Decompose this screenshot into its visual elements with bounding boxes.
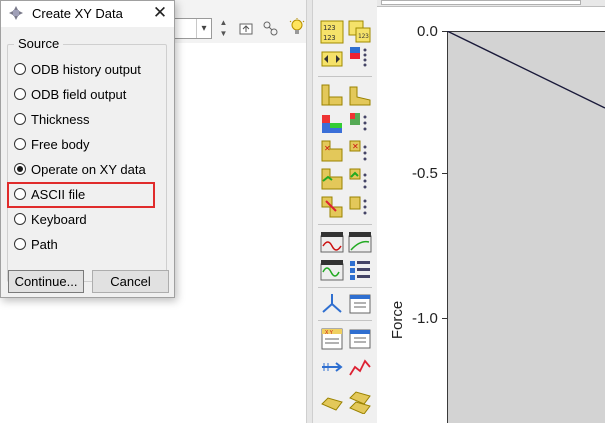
lightbulb-icon[interactable] (288, 18, 306, 36)
toolbox-divider (318, 76, 372, 77)
toolbox-divider (318, 287, 372, 288)
display-group-icon[interactable] (320, 355, 344, 379)
query-icon[interactable] (262, 20, 280, 38)
ytick-label: -0.5 (412, 165, 438, 182)
source-group-title: Source (14, 36, 64, 51)
radio-label: ODB field output (31, 86, 127, 102)
selection-highlight-box (7, 182, 155, 208)
ytick-mark (442, 31, 447, 32)
xy-dock-icon[interactable] (348, 45, 372, 69)
radio-button[interactable] (14, 88, 26, 100)
cancel-button[interactable]: Cancel (92, 270, 169, 293)
ytick-mark (442, 173, 447, 174)
radio-label: Free body (31, 136, 90, 152)
svg-text:X Y: X Y (325, 330, 334, 336)
contour-options-icon[interactable] (348, 83, 372, 107)
option-thickness[interactable]: Thickness (14, 110, 90, 128)
dialog-body: Source ODB history output ODB field outp… (1, 27, 174, 297)
animate-time-icon[interactable] (348, 195, 372, 219)
xy-curve (447, 31, 605, 109)
path-options-icon[interactable] (348, 111, 372, 135)
svg-text:✕: ✕ (352, 142, 359, 151)
create-xy-data-dialog: Create XY Data ✕ Source ODB history outp… (0, 0, 175, 298)
spin-arrows-icon[interactable]: ▲ ▼ (218, 17, 229, 39)
stream-options-icon[interactable]: ✕ (348, 139, 372, 163)
radio-button[interactable] (14, 138, 26, 150)
dialog-titlebar[interactable]: Create XY Data ✕ (1, 1, 174, 27)
abaqus-app-icon (9, 6, 23, 20)
scrollbar-thumb[interactable] (381, 0, 581, 5)
svg-text:✕: ✕ (324, 144, 331, 153)
copy-xy-icon[interactable] (320, 167, 344, 191)
ytick-mark (442, 318, 447, 319)
xy-list-icon[interactable] (348, 167, 372, 191)
dialog-title: Create XY Data (32, 6, 123, 21)
overlay-icon[interactable] (348, 355, 372, 379)
free-body-icon[interactable]: X Y (320, 327, 344, 351)
panel-splitter[interactable] (306, 0, 313, 423)
animate-harmonic-icon[interactable] (320, 230, 344, 254)
radio-label: ODB history output (31, 61, 141, 77)
animation-options-icon[interactable] (348, 230, 372, 254)
svg-text:123: 123 (358, 33, 369, 40)
radio-label: Thickness (31, 111, 90, 127)
animate-scale-icon[interactable] (320, 195, 344, 219)
radio-label: Operate on XY data (31, 161, 146, 177)
ytick-label: 0.0 (417, 23, 438, 40)
option-free-body[interactable]: Free body (14, 135, 90, 153)
ytick-label: -1.0 (412, 310, 438, 327)
radio-button-selected[interactable] (14, 163, 26, 175)
y-axis-title: Force (389, 300, 406, 340)
toolbox-divider (318, 224, 372, 225)
option-odb-history-output[interactable]: ODB history output (14, 60, 141, 78)
horizontal-scrollbar[interactable] (377, 0, 605, 7)
path-plot-icon[interactable] (320, 111, 344, 135)
toolbox-divider (318, 320, 372, 321)
option-path[interactable]: Path (14, 235, 58, 253)
xy-plot-icon[interactable] (320, 47, 344, 71)
chevron-down-icon[interactable]: ▾ (196, 19, 211, 38)
path-create-icon[interactable] (348, 327, 372, 351)
field-output-icon[interactable] (320, 83, 344, 107)
view-cut-icon[interactable] (320, 258, 344, 282)
radio-button[interactable] (14, 213, 26, 225)
file-open-icon[interactable] (237, 20, 255, 38)
radio-button[interactable] (14, 63, 26, 75)
table-options-icon[interactable] (348, 292, 372, 316)
svg-text:123: 123 (323, 34, 336, 42)
svg-text:123: 123 (323, 24, 336, 32)
option-operate-on-xy-data[interactable]: Operate on XY data (14, 160, 146, 178)
mesh-icon[interactable] (320, 390, 344, 414)
continue-button[interactable]: Continue... (8, 270, 84, 293)
option-keyboard[interactable]: Keyboard (14, 210, 87, 228)
xy-table-icon[interactable] (320, 292, 344, 316)
xy-data-manager-icon[interactable]: 123123 (320, 20, 344, 44)
radio-label: Path (31, 236, 58, 252)
option-odb-field-output[interactable]: ODB field output (14, 85, 126, 103)
close-icon[interactable]: ✕ (149, 2, 171, 24)
stream-icon[interactable]: ✕ (320, 139, 344, 163)
radio-button[interactable] (14, 238, 26, 250)
xy-data-options-icon[interactable]: 123 (348, 20, 372, 44)
radio-label: Keyboard (31, 211, 87, 227)
report-icon[interactable] (348, 258, 372, 282)
mesh-options-icon[interactable] (348, 390, 372, 414)
radio-button[interactable] (14, 113, 26, 125)
